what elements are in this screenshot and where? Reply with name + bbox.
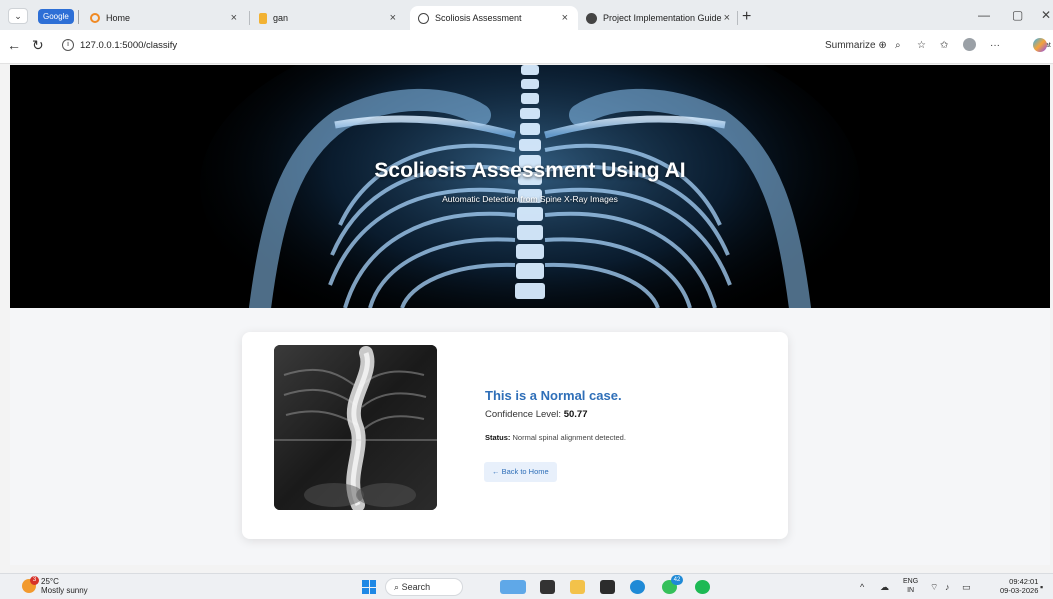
more-options-icon[interactable]: ··· <box>990 40 1000 51</box>
wifi-icon[interactable]: ⌔ <box>930 582 938 593</box>
close-window-icon[interactable]: ✕ <box>1041 8 1051 22</box>
onedrive-sync-icon[interactable]: ☁ <box>880 582 889 593</box>
tab-project-implementation-guide[interactable]: Project Implementation Guide × <box>578 6 738 30</box>
tab-group-chip[interactable]: Google <box>38 9 74 24</box>
zoom-icon[interactable]: ⌕ <box>895 40 901 51</box>
profile-avatar-icon[interactable] <box>963 38 976 51</box>
taskbar-search-label: Search <box>401 582 431 592</box>
close-tab-icon[interactable]: × <box>231 12 237 24</box>
openai-icon <box>586 12 597 24</box>
loading-ring-icon <box>90 13 100 23</box>
whatsapp-notification-badge: 42 <box>671 575 683 585</box>
tab-title: gan <box>273 13 289 23</box>
close-tab-icon[interactable]: × <box>562 12 568 24</box>
page-viewport: Scoliosis Assessment Using AI Automatic … <box>10 65 1050 565</box>
status-text: Normal spinal alignment detected. <box>512 433 626 442</box>
tab-group-divider <box>78 10 79 24</box>
terminal-icon[interactable] <box>600 580 615 594</box>
url-field[interactable]: i 127.0.0.1:5000/classify <box>58 36 810 56</box>
site-info-icon[interactable]: i <box>62 39 74 52</box>
result-card: This is a Normal case. Confidence Level:… <box>242 332 788 539</box>
status-label: Status: <box>485 433 511 442</box>
minimize-icon[interactable]: — <box>978 8 990 22</box>
show-hidden-icons-chevron-icon[interactable]: ^ <box>860 582 864 592</box>
tab-title: Scoliosis Assessment <box>435 13 522 23</box>
weather-alert-badge: 3 <box>30 576 39 585</box>
close-tab-icon[interactable]: × <box>724 12 730 24</box>
weather-widget[interactable]: 25°C Mostly sunny <box>41 577 88 595</box>
url-text: 127.0.0.1:5000/classify <box>80 40 178 51</box>
tab-actions-menu-icon[interactable]: ⌄ <box>8 8 28 24</box>
tab-scoliosis-assessment[interactable]: Scoliosis Assessment × <box>410 6 578 30</box>
system-clock[interactable]: 09:42:01 09-03-2026 <box>1000 577 1038 595</box>
favorites-list-icon[interactable]: ✩ <box>940 40 948 51</box>
favorite-star-icon[interactable]: ☆ <box>917 40 926 51</box>
new-tab-icon[interactable]: + <box>742 8 751 26</box>
notifications-icon[interactable]: ▪ <box>1040 582 1043 592</box>
windows-start-icon[interactable] <box>362 580 376 594</box>
globe-icon <box>418 12 429 24</box>
result-heading: This is a Normal case. <box>485 388 622 403</box>
task-view-icon[interactable] <box>540 580 555 594</box>
tab-strip: ⌄ Google Home × gan × Scoliosis Assessme… <box>0 0 1053 30</box>
input-language-indicator[interactable]: ENG IN <box>903 577 918 595</box>
clock-time: 09:42:01 <box>1009 577 1039 586</box>
battery-icon[interactable]: ▭ <box>962 582 971 593</box>
uploaded-xray-image <box>274 345 437 510</box>
skeleton-xray-illustration <box>10 65 1050 308</box>
windows-taskbar: 3 25°C Mostly sunny ⌕ Search 42 ^ ☁ ENG … <box>0 573 1053 599</box>
weather-description: Mostly sunny <box>41 586 88 595</box>
search-icon: ⌕ <box>394 582 400 592</box>
taskbar-search[interactable]: ⌕ Search <box>385 578 463 596</box>
status-line: Status: Normal spinal alignment detected… <box>485 433 626 442</box>
volume-icon[interactable]: ♪ <box>945 582 950 592</box>
lang-bottom: IN <box>907 587 915 594</box>
address-bar-row: ← ↻ i 127.0.0.1:5000/classify Summarize ⊕… <box>0 30 1053 64</box>
hero-subtitle: Automatic Detection from Spine X-Ray Ima… <box>442 194 618 204</box>
back-arrow-icon[interactable]: ← <box>7 37 21 53</box>
confidence-label: Confidence Level: <box>485 409 562 420</box>
hero-title: Scoliosis Assessment Using AI <box>374 159 686 182</box>
tab-gan[interactable]: gan × <box>251 6 406 30</box>
confidence-value: 50.77 <box>563 409 588 420</box>
tab-title: Project Implementation Guide <box>603 13 722 23</box>
close-tab-icon[interactable]: × <box>390 12 396 24</box>
tab-home[interactable]: Home × <box>82 6 247 30</box>
file-transfer-app-icon[interactable] <box>500 580 526 594</box>
lang-top: ENG <box>903 578 919 585</box>
back-to-home-button[interactable]: ← Back to Home <box>484 462 557 482</box>
spotify-icon[interactable] <box>695 580 710 594</box>
tab-separator <box>249 11 250 25</box>
reload-icon[interactable]: ↻ <box>32 37 44 54</box>
restore-icon[interactable]: ▢ <box>1012 8 1023 22</box>
edge-browser-icon[interactable] <box>630 580 645 594</box>
weather-temperature: 25°C <box>41 577 59 586</box>
clock-date: 09-03-2026 <box>1000 586 1039 595</box>
tab-separator <box>737 11 738 25</box>
hero-banner: Scoliosis Assessment Using AI Automatic … <box>10 65 1050 308</box>
copilot-icon[interactable] <box>1033 38 1047 52</box>
summarize-button[interactable]: Summarize ⊕ <box>825 40 887 51</box>
file-explorer-icon[interactable] <box>570 580 585 594</box>
tab-title: Home <box>106 13 131 23</box>
hourglass-icon <box>259 12 267 24</box>
confidence-level: Confidence Level: 50.77 <box>485 409 587 420</box>
